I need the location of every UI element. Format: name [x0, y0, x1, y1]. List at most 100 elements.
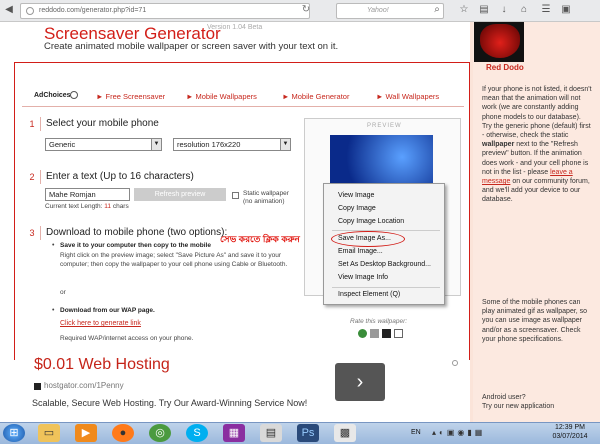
- menu-separator: [332, 230, 440, 231]
- option2-title: Download from our WAP page.: [60, 307, 155, 314]
- bullet-icon: •: [52, 307, 55, 314]
- tray-icons[interactable]: ▴◐▣◉▮▦: [432, 428, 522, 438]
- option1-text: Right click on the preview image; select…: [60, 252, 288, 268]
- text-length-label: Current text Length: 11 chars: [45, 203, 129, 210]
- phone-select[interactable]: Generic ▼: [45, 138, 162, 151]
- chrome-icon[interactable]: ◎: [149, 424, 171, 442]
- menu-view-image-info[interactable]: View Image Info: [338, 274, 388, 281]
- wap-required-note: Required WAP/internet access on your pho…: [60, 335, 194, 342]
- ad-info-icon[interactable]: [452, 360, 458, 366]
- menu-view-image[interactable]: View Image: [338, 192, 374, 199]
- step2-title: Enter a text (Up to 16 characters): [46, 171, 194, 182]
- page-subtitle: Create animated mobile wallpaper or scre…: [44, 41, 339, 52]
- menu-copy-image-location[interactable]: Copy Image Location: [338, 218, 404, 225]
- menu-copy-image[interactable]: Copy Image: [338, 205, 376, 212]
- highlight-circle: [331, 231, 405, 247]
- ad-url[interactable]: hostgator.com/1Penny: [44, 381, 124, 390]
- chevron-down-icon: ▼: [151, 139, 161, 150]
- text-length-unit: chars: [112, 203, 129, 210]
- clock[interactable]: 12:39 PM 03/07/2014: [545, 423, 595, 441]
- step-divider: [40, 117, 41, 131]
- step-number: 1: [29, 119, 35, 129]
- version-label: Version 1.04 Beta: [207, 24, 263, 31]
- menu-inspect-element[interactable]: Inspect Element (Q): [338, 291, 400, 298]
- chevron-down-icon: ▼: [280, 139, 290, 150]
- explorer-icon[interactable]: ▭: [38, 424, 60, 442]
- clock-time: 12:39 PM: [555, 424, 585, 431]
- preview-image[interactable]: [330, 135, 433, 190]
- sidebar-p1: If your phone is not listed, it doesn't …: [482, 86, 592, 140]
- rate-label: Rate this wallpaper:: [350, 318, 408, 325]
- media-player-icon[interactable]: ▶: [75, 424, 97, 442]
- calc-icon[interactable]: ▩: [334, 424, 356, 442]
- step-divider: [40, 226, 41, 240]
- search-input[interactable]: Yahoo!: [336, 3, 444, 19]
- globe-icon: [26, 7, 34, 15]
- rate-good-icon[interactable]: [358, 329, 367, 338]
- phone-select-value: Generic: [49, 140, 76, 149]
- adchoices-icon[interactable]: [70, 91, 78, 99]
- menu-icon[interactable]: ☰: [540, 4, 552, 16]
- resolution-select[interactable]: resolution 176x220 ▼: [173, 138, 291, 151]
- skype-icon[interactable]: S: [186, 424, 208, 442]
- back-arrow-icon[interactable]: ◀: [3, 4, 15, 16]
- downloads-panel-icon[interactable]: ▣: [560, 4, 572, 16]
- search-go-icon[interactable]: ⌕: [431, 4, 443, 16]
- nav-mobile-generator[interactable]: ► Mobile Generator: [282, 92, 349, 101]
- static-wallpaper-checkbox[interactable]: [232, 192, 239, 199]
- step-number: 3: [29, 228, 35, 238]
- ad-arrow-button[interactable]: ›: [335, 363, 385, 401]
- notepad-icon[interactable]: ▤: [260, 424, 282, 442]
- rate-neutral-icon[interactable]: [370, 329, 379, 338]
- nav-wall-wallpapers[interactable]: ► Wall Wallpapers: [376, 92, 439, 101]
- ad-text: Scalable, Secure Web Hosting. Try Our Aw…: [32, 398, 308, 408]
- menu-separator: [332, 287, 440, 288]
- resolution-select-value: resolution 176x220: [177, 140, 241, 149]
- sidebar: [473, 22, 600, 422]
- menu-set-desktop-background[interactable]: Set As Desktop Background...: [338, 261, 431, 268]
- address-bar[interactable]: reddodo.com/generator.php?id=71: [20, 3, 310, 19]
- rate-bad-icon[interactable]: [382, 329, 391, 338]
- static-wallpaper-label: Static wallpaper: [243, 190, 289, 197]
- download-icon[interactable]: ↓: [498, 4, 510, 16]
- refresh-preview-button[interactable]: Refresh preview: [134, 188, 226, 201]
- red-dodo-logo-icon: [480, 24, 520, 58]
- nav-free-screensaver[interactable]: ► Free Screensaver: [96, 92, 165, 101]
- start-orb-icon[interactable]: ⊞: [3, 424, 25, 442]
- hostgator-logo-icon: [34, 383, 41, 390]
- step-divider: [40, 170, 41, 184]
- photoshop-icon[interactable]: Ps: [297, 424, 319, 442]
- sidebar-android-heading: Android user?: [482, 394, 526, 401]
- sidebar-gif-text: Some of the mobile phones can play anima…: [482, 299, 588, 343]
- nav-divider: [22, 106, 464, 107]
- star-icon[interactable]: ☆: [458, 4, 470, 16]
- annotation-note: সেভ করতে ক্লিক করুন: [220, 234, 300, 244]
- nav-mobile-wallpapers[interactable]: ► Mobile Wallpapers: [186, 92, 257, 101]
- language-indicator[interactable]: EN: [411, 429, 421, 436]
- sidebar-logo-text: Red Dodo: [486, 63, 524, 72]
- reading-list-icon[interactable]: ▤: [478, 4, 490, 16]
- sidebar-info-text: If your phone is not listed, it doesn't …: [482, 85, 592, 205]
- rate-report-icon[interactable]: [394, 329, 403, 338]
- adchoices-link[interactable]: AdChoices: [34, 92, 71, 99]
- step1-title: Select your mobile phone: [46, 118, 159, 129]
- generate-link[interactable]: Click here to generate link: [60, 320, 141, 327]
- static-wallpaper-sublabel: (no animation): [243, 198, 285, 205]
- home-icon[interactable]: ⌂: [518, 4, 530, 16]
- text-length-value: 11: [104, 203, 112, 210]
- step-number: 2: [29, 172, 35, 182]
- text-length-caption: Current text Length:: [45, 203, 103, 210]
- bullet-icon: •: [52, 242, 55, 249]
- sidebar-p1-bold: wallpaper: [482, 141, 515, 149]
- ad-title[interactable]: $0.01 Web Hosting: [34, 356, 170, 374]
- menu-email-image[interactable]: Email Image...: [338, 248, 383, 255]
- sidebar-android-app: Try our new application: [482, 403, 555, 411]
- sidebar-android-text: Android user? Try our new application: [482, 393, 592, 411]
- reload-icon[interactable]: ↻: [300, 4, 312, 16]
- option1-title: Save it to your computer then copy to th…: [60, 242, 211, 249]
- text-input[interactable]: Mahe Romjan: [45, 188, 130, 201]
- winrar-icon[interactable]: ▦: [223, 424, 245, 442]
- clock-date: 03/07/2014: [552, 433, 588, 440]
- or-label: or: [60, 289, 66, 296]
- firefox-icon[interactable]: ●: [112, 424, 134, 442]
